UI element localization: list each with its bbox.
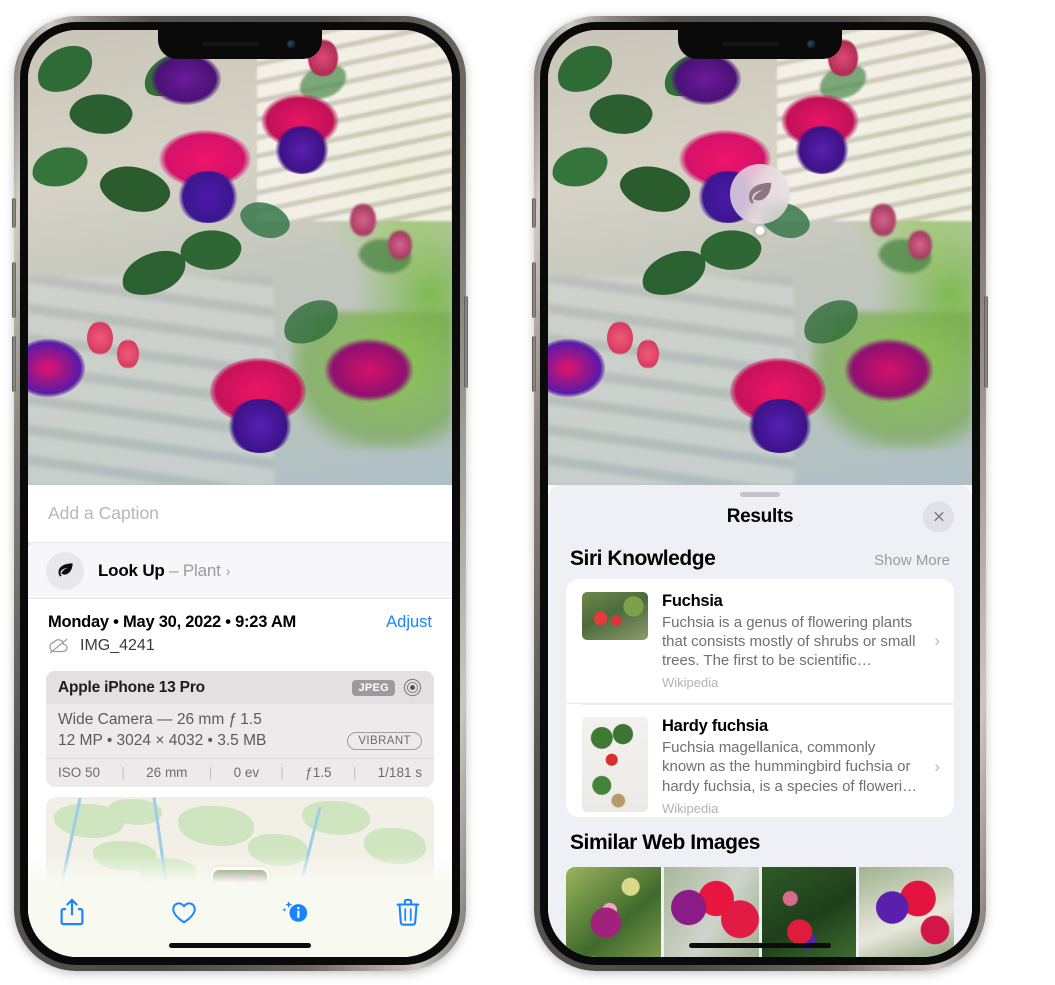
- stat-separator: |: [121, 765, 125, 780]
- right-device-screen: Results Siri Knowledge Show More Fuchsia…: [548, 30, 972, 957]
- list-item[interactable]: Hardy fuchsia Fuchsia magellanica, commo…: [566, 703, 954, 816]
- siri-knowledge-card: Fuchsia Fuchsia is a genus of flowering …: [566, 578, 954, 817]
- photo-filename: IMG_4241: [80, 637, 155, 654]
- info-sparkle-icon[interactable]: [282, 897, 310, 927]
- look-up-dash: –: [164, 560, 183, 580]
- volume-down-button[interactable]: [532, 336, 536, 392]
- left-iphone-device: Add a Caption ✦ ✦ Look Up – Plant›: [12, 16, 468, 971]
- chevron-right-icon: ›: [225, 562, 231, 580]
- exposure-stats: ISO 50 | 26 mm | 0 ev | ƒ1.5 | 1/181 s: [46, 758, 434, 787]
- fuchsia-flowers-thumbnail: [582, 591, 648, 640]
- photo-date: Monday • May 30, 2022 • 9:23 AM: [48, 613, 297, 631]
- front-camera: [287, 40, 296, 49]
- photo-viewer[interactable]: [28, 30, 452, 485]
- heart-icon[interactable]: [170, 897, 198, 927]
- home-indicator[interactable]: [689, 943, 831, 948]
- show-more-button[interactable]: Show More: [874, 552, 950, 569]
- knowledge-description: Fuchsia magellanica, commonly known as t…: [662, 739, 918, 795]
- right-device-bezel: Results Siri Knowledge Show More Fuchsia…: [540, 22, 980, 965]
- notch: [678, 30, 842, 59]
- photo-viewer[interactable]: [548, 30, 972, 485]
- knowledge-title: Hardy fuchsia: [662, 717, 768, 736]
- look-up-action: Look Up: [98, 560, 165, 580]
- caption-placeholder: Add a Caption: [48, 503, 159, 523]
- look-up-label: Look Up – Plant ›: [98, 560, 231, 581]
- home-indicator[interactable]: [169, 943, 311, 948]
- volume-up-button[interactable]: [532, 262, 536, 318]
- mute-switch[interactable]: [532, 198, 536, 228]
- knowledge-description: Fuchsia is a genus of flowering plants t…: [662, 613, 916, 670]
- hardy-fuchsia-specimen-thumbnail: [582, 717, 648, 813]
- front-camera: [807, 40, 816, 49]
- earpiece-speaker: [202, 42, 260, 46]
- knowledge-source: Wikipedia: [662, 675, 719, 691]
- photo-info-sheet: Add a Caption ✦ ✦ Look Up – Plant›: [28, 485, 452, 957]
- stat-separator: |: [352, 765, 357, 780]
- similar-web-images-header: Similar Web Images: [548, 817, 972, 861]
- list-item[interactable]: [566, 866, 661, 957]
- volume-down-button[interactable]: [12, 336, 16, 392]
- stat-separator: |: [208, 765, 213, 780]
- power-button[interactable]: [464, 296, 468, 388]
- chevron-right-icon: ›: [934, 756, 940, 776]
- stat-ev: 0 ev: [233, 765, 260, 780]
- raw-aperture-icon: [403, 678, 422, 697]
- power-button[interactable]: [984, 296, 988, 388]
- chevron-right-icon: ›: [934, 630, 940, 650]
- location-map[interactable]: [46, 797, 434, 889]
- siri-knowledge-header: Siri Knowledge Show More: [548, 537, 972, 579]
- earpiece-speaker: [722, 42, 780, 46]
- adjust-button[interactable]: Adjust: [386, 613, 432, 632]
- camera-device-name: Apple iPhone 13 Pro: [58, 678, 205, 696]
- camera-card-body: Wide Camera — 26 mm ƒ 1.5 12 MP • 3024 ×…: [46, 704, 434, 758]
- notch: [158, 30, 322, 59]
- list-item[interactable]: Fuchsia Fuchsia is a genus of flowering …: [566, 579, 954, 704]
- section-title-similar-web-images: Similar Web Images: [570, 830, 760, 854]
- caption-input[interactable]: Add a Caption: [28, 485, 452, 542]
- mute-switch[interactable]: [12, 198, 16, 228]
- volume-up-button[interactable]: [12, 262, 16, 318]
- cloud-slash-icon: [48, 638, 70, 654]
- sparkle-icon: ✦: [28, 538, 33, 554]
- look-up-row[interactable]: ✦ ✦ Look Up – Plant›: [28, 538, 452, 599]
- stat-aperture: ƒ1.5: [305, 765, 332, 780]
- file-size-info: 12 MP • 3024 × 4032 • 3.5 MB: [58, 732, 267, 749]
- stat-separator: |: [280, 765, 284, 780]
- share-icon[interactable]: [58, 897, 86, 927]
- right-iphone-device: Results Siri Knowledge Show More Fuchsia…: [532, 16, 988, 971]
- visual-look-up-leaf-icon[interactable]: [730, 164, 790, 224]
- leaf-icon: [46, 551, 84, 590]
- camera-info-card: Apple iPhone 13 Pro JPEG Wide Camera — 2…: [46, 671, 434, 787]
- stat-shutter: 1/181 s: [377, 765, 422, 780]
- fuchsia-photo: [28, 30, 452, 485]
- format-badge: JPEG: [352, 679, 395, 696]
- stat-focal: 26 mm: [146, 765, 188, 780]
- knowledge-source: Wikipedia: [662, 800, 719, 816]
- list-item[interactable]: [859, 866, 954, 957]
- photo-metadata: Monday • May 30, 2022 • 9:23 AM Adjust I…: [28, 599, 452, 665]
- sheet-title: Results: [726, 505, 794, 527]
- section-title-siri-knowledge: Siri Knowledge: [570, 546, 716, 570]
- look-up-subject: Plant: [182, 560, 221, 580]
- left-device-bezel: Add a Caption ✦ ✦ Look Up – Plant›: [20, 22, 460, 965]
- visual-look-up-anchor-dot: [755, 226, 765, 235]
- lens-info: Wide Camera — 26 mm ƒ 1.5: [58, 711, 262, 728]
- results-sheet: Results Siri Knowledge Show More Fuchsia…: [548, 485, 972, 957]
- close-icon[interactable]: [923, 501, 954, 533]
- stat-iso: ISO 50: [58, 765, 101, 780]
- trash-icon[interactable]: [394, 897, 422, 927]
- photographic-style-badge: VIBRANT: [347, 732, 422, 750]
- camera-card-header: Apple iPhone 13 Pro JPEG: [46, 671, 434, 704]
- knowledge-title: Fuchsia: [662, 591, 723, 610]
- left-device-screen: Add a Caption ✦ ✦ Look Up – Plant›: [28, 30, 452, 957]
- fuchsia-photo: [548, 30, 972, 485]
